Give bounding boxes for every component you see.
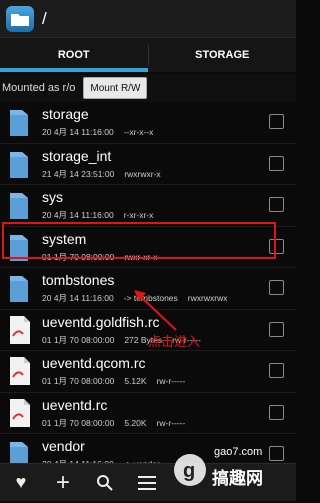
menu-icon[interactable]: [126, 464, 168, 501]
add-icon[interactable]: +: [42, 464, 84, 501]
annotation-arrow: [134, 290, 177, 331]
search-icon[interactable]: [84, 464, 126, 501]
annotation-text: 点击进入: [148, 334, 201, 349]
heart-icon[interactable]: ♥: [0, 464, 42, 501]
bottom-toolbar: ♥ +: [0, 463, 296, 501]
